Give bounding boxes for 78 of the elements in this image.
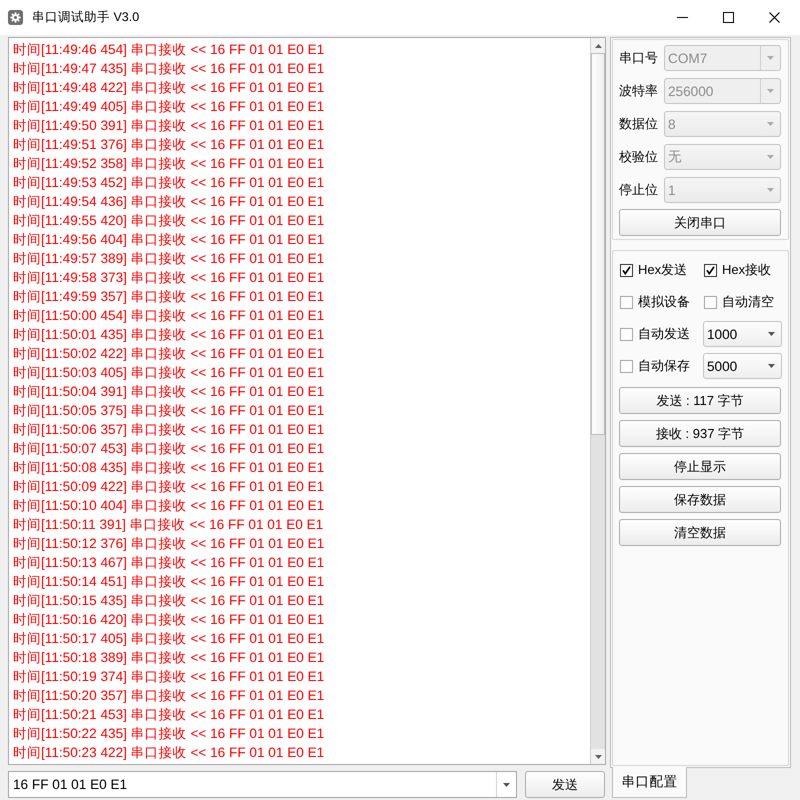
log-line: 时间[11:50:22 435] 串口接收 << 16 FF 01 01 E0 E1 bbox=[13, 725, 324, 743]
log-line: 时间[11:50:23 422] 串口接收 << 16 FF 01 01 E0 E1 bbox=[13, 744, 324, 762]
log-line: 时间[11:49:53 452] 串口接收 << 16 FF 01 01 E0 E1 bbox=[13, 174, 324, 192]
action-button[interactable]: 发送 : 117 字节 bbox=[619, 387, 781, 414]
dropdown[interactable]: 1000 bbox=[703, 321, 782, 347]
close-icon[interactable] bbox=[768, 12, 780, 23]
field-label: 数据位 bbox=[619, 115, 659, 133]
log-line: 时间[11:50:04 391] 串口接收 << 16 FF 01 01 E0 E1 bbox=[13, 383, 324, 401]
action-button[interactable]: 清空数据 bbox=[619, 519, 781, 546]
field-label: 校验位 bbox=[619, 148, 659, 166]
checkbox-icon[interactable] bbox=[620, 296, 633, 308]
checkbox[interactable]: 自动保存 bbox=[619, 357, 690, 375]
log-line: 时间[11:50:18 389] 串口接收 << 16 FF 01 01 E0 E1 bbox=[13, 649, 324, 667]
checkbox[interactable]: Hex接收 bbox=[703, 261, 772, 279]
action-button[interactable]: 停止显示 bbox=[619, 453, 781, 480]
dropdown-arrow-icon[interactable] bbox=[503, 782, 510, 786]
log-line: 时间[11:50:05 375] 串口接收 << 16 FF 01 01 E0 E1 bbox=[13, 402, 324, 420]
maximize-icon[interactable] bbox=[722, 12, 734, 23]
log-line: 时间[11:50:20 357] 串口接收 << 16 FF 01 01 E0 E1 bbox=[13, 687, 324, 705]
checkbox-icon[interactable] bbox=[620, 328, 633, 340]
field-label: 停止位 bbox=[619, 181, 659, 199]
log-line: 时间[11:50:19 374] 串口接收 << 16 FF 01 01 E0 E1 bbox=[13, 668, 324, 686]
gear-icon bbox=[8, 10, 23, 25]
log-line: 时间[11:50:16 420] 串口接收 << 16 FF 01 01 E0 E1 bbox=[13, 611, 324, 629]
checkbox[interactable]: 模拟设备 bbox=[619, 293, 690, 311]
checkbox-icon[interactable] bbox=[620, 360, 633, 372]
close-port-button[interactable]: 关闭串口 bbox=[619, 209, 781, 236]
log-line: 时间[11:50:07 453] 串口接收 << 16 FF 01 01 E0 E1 bbox=[13, 440, 324, 458]
log-line: 时间[11:50:10 404] 串口接收 << 16 FF 01 01 E0 E1 bbox=[13, 497, 324, 515]
scrollbar-thumb[interactable] bbox=[591, 53, 605, 435]
log-line: 时间[11:50:06 357] 串口接收 << 16 FF 01 01 E0 E1 bbox=[13, 421, 324, 439]
dropdown-arrow-icon[interactable] bbox=[768, 364, 774, 368]
log-line: 时间[11:49:48 422] 串口接收 << 16 FF 01 01 E0 E1 bbox=[13, 79, 324, 97]
log-line: 时间[11:50:21 453] 串口接收 << 16 FF 01 01 E0 E1 bbox=[13, 706, 324, 724]
minimize-icon[interactable] bbox=[676, 17, 688, 18]
log-line: 时间[11:49:47 435] 串口接收 << 16 FF 01 01 E0 E1 bbox=[13, 60, 324, 78]
scroll-up-icon[interactable] bbox=[594, 44, 602, 48]
log-line: 时间[11:50:13 467] 串口接收 << 16 FF 01 01 E0 E1 bbox=[13, 554, 324, 572]
log-line: 时间[11:49:50 391] 串口接收 << 16 FF 01 01 E0 E1 bbox=[13, 117, 324, 135]
log-line: 时间[11:50:09 422] 串口接收 << 16 FF 01 01 E0 E1 bbox=[13, 478, 324, 496]
log-line: 时间[11:50:17 405] 串口接收 << 16 FF 01 01 E0 E1 bbox=[13, 630, 324, 648]
log-line: 时间[11:49:46 454] 串口接收 << 16 FF 01 01 E0 E1 bbox=[13, 41, 324, 59]
checkbox-icon[interactable] bbox=[704, 296, 717, 308]
checkbox-icon[interactable] bbox=[704, 264, 717, 276]
window-title: 串口调试助手 V3.0 bbox=[32, 9, 140, 26]
scroll-down-icon[interactable] bbox=[594, 754, 602, 758]
log-line: 时间[11:50:08 435] 串口接收 << 16 FF 01 01 E0 E1 bbox=[13, 459, 324, 477]
log-line: 时间[11:50:11 391] 串口接收 << 16 FF 01 01 E0 E1 bbox=[13, 516, 324, 534]
checkbox-icon[interactable] bbox=[620, 264, 633, 276]
checkbox[interactable]: 自动清空 bbox=[703, 293, 774, 311]
log-line: 时间[11:49:58 373] 串口接收 << 16 FF 01 01 E0 E1 bbox=[13, 269, 324, 287]
action-button[interactable]: 接收 : 937 字节 bbox=[619, 420, 781, 447]
log-line: 时间[11:50:02 422] 串口接收 << 16 FF 01 01 E0 E1 bbox=[13, 345, 324, 363]
checkbox[interactable]: 自动发送 bbox=[619, 325, 690, 343]
log-line: 时间[11:49:56 404] 串口接收 << 16 FF 01 01 E0 E1 bbox=[13, 231, 324, 249]
send-input-field[interactable]: 16 FF 01 01 E0 E1 bbox=[8, 771, 517, 798]
log-line: 时间[11:49:51 376] 串口接收 << 16 FF 01 01 E0 E1 bbox=[13, 136, 324, 154]
log-line: 时间[11:49:59 357] 串口接收 << 16 FF 01 01 E0 E1 bbox=[13, 288, 324, 306]
log-line: 时间[11:50:12 376] 串口接收 << 16 FF 01 01 E0 E1 bbox=[13, 535, 324, 553]
checkbox[interactable]: Hex发送 bbox=[619, 261, 688, 279]
action-button[interactable]: 保存数据 bbox=[619, 486, 781, 513]
tab[interactable]: 串口配置 bbox=[612, 767, 687, 798]
log-line: 时间[11:49:49 405] 串口接收 << 16 FF 01 01 E0 E1 bbox=[13, 98, 324, 116]
scrollbar[interactable] bbox=[590, 38, 605, 764]
log-line: 时间[11:49:52 358] 串口接收 << 16 FF 01 01 E0 E1 bbox=[13, 155, 324, 173]
dropdown[interactable]: 5000 bbox=[703, 353, 782, 379]
log-line: 时间[11:49:54 436] 串口接收 << 16 FF 01 01 E0 E1 bbox=[13, 193, 324, 211]
log-line: 时间[11:50:00 454] 串口接收 << 16 FF 01 01 E0 E1 bbox=[13, 307, 324, 325]
log-line: 时间[11:50:14 451] 串口接收 << 16 FF 01 01 E0 E1 bbox=[13, 573, 324, 591]
log-line: 时间[11:49:55 420] 串口接收 << 16 FF 01 01 E0 E1 bbox=[13, 212, 324, 230]
field-label: 波特率 bbox=[619, 82, 659, 100]
log-line: 时间[11:49:57 389] 串口接收 << 16 FF 01 01 E0 E1 bbox=[13, 250, 324, 268]
dropdown-arrow-icon[interactable] bbox=[768, 332, 774, 336]
log-line: 时间[11:50:01 435] 串口接收 << 16 FF 01 01 E0 E1 bbox=[13, 326, 324, 344]
send-button[interactable]: 发送 bbox=[525, 771, 605, 798]
field-label: 串口号 bbox=[619, 49, 659, 67]
log-line: 时间[11:50:15 435] 串口接收 << 16 FF 01 01 E0 E1 bbox=[13, 592, 324, 610]
log-line: 时间[11:50:03 405] 串口接收 << 16 FF 01 01 E0 E1 bbox=[13, 364, 324, 382]
